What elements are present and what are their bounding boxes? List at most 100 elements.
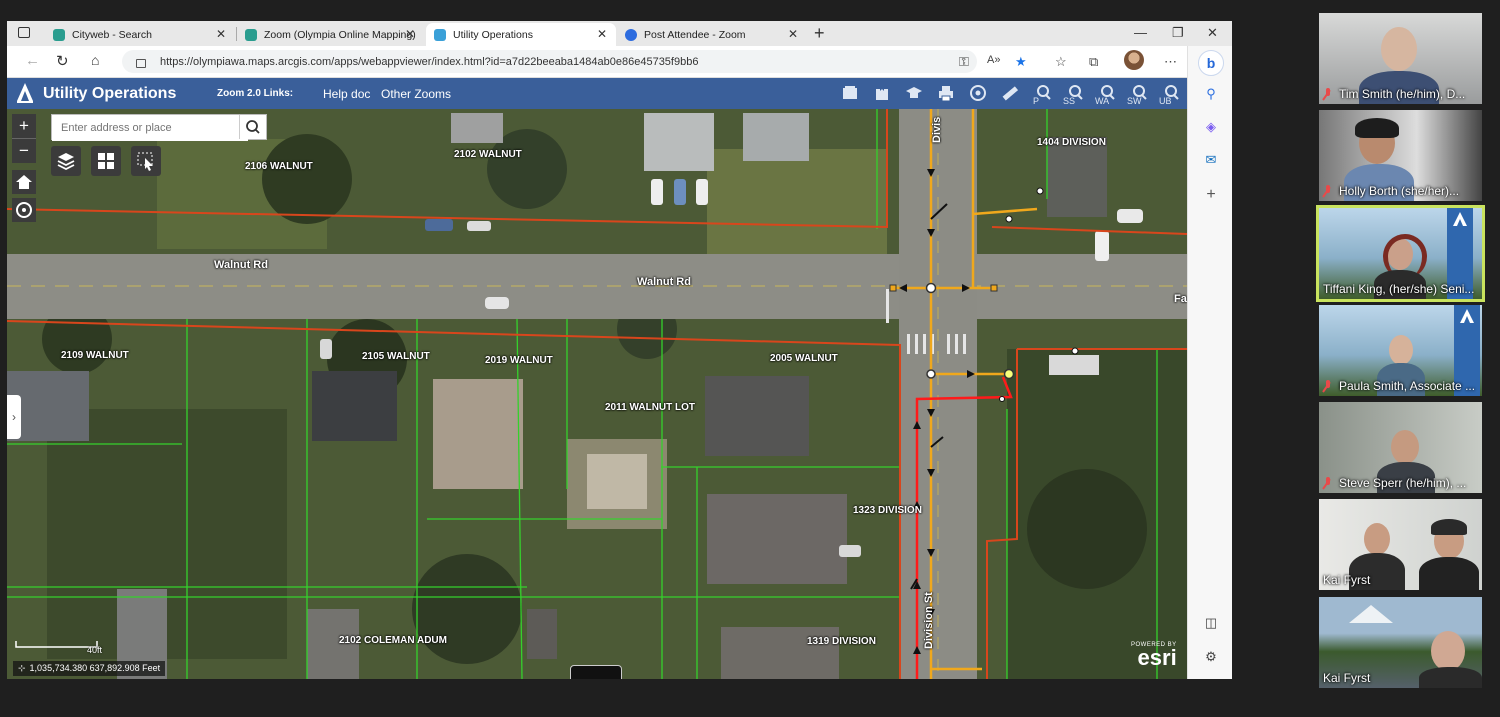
widget-basemap-icon[interactable] [839,83,861,105]
widget-education-icon[interactable] [903,83,925,105]
home-extent-button[interactable] [12,170,36,194]
zoom-in-button[interactable]: + [12,114,36,138]
participant-name: Tim Smith (he/him), D... [1323,87,1465,101]
more-menu-icon[interactable]: ⋯ [1164,54,1177,70]
widget-label: SW [1127,96,1142,106]
widget-search-ss-icon[interactable]: SS [1063,83,1085,106]
coordinate-readout: ⊹ 1,035,734.380 637,892.908 Feet [13,661,166,676]
address-search-input[interactable] [52,115,248,141]
add-sidebar-app-icon[interactable]: + [1200,184,1222,206]
street-label: Fa [1174,293,1187,305]
restore-icon[interactable]: ❐ [1172,25,1184,41]
widget-bookmark-icon[interactable] [871,83,893,105]
select-pointer-icon [137,152,153,171]
basemap-gallery-button[interactable] [91,146,121,176]
outlook-icon[interactable]: ✉ [1200,149,1222,171]
tab-title: Utility Operations [453,28,533,41]
participant-name-text: Kai Fyrst [1323,671,1371,685]
participant-name-text: Paula Smith, Associate ... [1339,379,1476,393]
close-window-icon[interactable]: ✕ [1207,25,1218,41]
widget-measure-icon[interactable] [999,83,1021,105]
home-icon [16,175,32,189]
participant-tile[interactable]: Kai Fyrst [1319,499,1482,590]
close-tab-icon[interactable]: ✕ [597,27,607,41]
zoom-out-button[interactable]: − [12,138,36,163]
participant-name-text: Tim Smith (he/him), D... [1339,87,1466,101]
participant-video [1391,430,1419,464]
favorites-icon[interactable]: ☆ [1055,54,1067,70]
tab-zoom-mapping[interactable]: Zoom (Olympia Online Mapping) ✕ [237,23,424,46]
tab-cityweb[interactable]: Cityweb - Search ✕ [45,23,235,46]
other-zooms-link[interactable]: Other Zooms [381,87,451,101]
close-tab-icon[interactable]: ✕ [788,27,798,41]
participant-video [1431,519,1467,535]
participant-tile[interactable]: Steve Sperr (he/him), ... [1319,402,1482,493]
profile-avatar[interactable] [1124,50,1144,70]
address-label: 2011 WALNUT LOT [605,402,696,413]
widget-search-wa-icon[interactable]: WA [1095,83,1117,106]
close-tab-icon[interactable]: ✕ [405,27,415,41]
tab-title: Cityweb - Search [72,28,152,41]
map-view[interactable]: 2106 WALNUT 2102 WALNUT 1404 DIVISION 21… [7,109,1187,679]
zoom-mapping-favicon-icon [245,28,257,41]
read-aloud-icon[interactable]: A» [987,54,1000,66]
participant-video [1381,27,1417,71]
search-button[interactable] [239,115,266,139]
widget-label: SS [1063,96,1076,106]
layer-list-button[interactable] [51,146,81,176]
street-label: Walnut Rd [637,276,691,288]
esri-attribution: POWERED BY esri [1131,642,1177,670]
locate-button[interactable] [12,198,36,222]
sidebar-search-icon[interactable]: ⚲ [1200,83,1222,105]
participant-name: Tiffani King, (her/she) Seni... [1323,282,1474,296]
widget-search-p-icon[interactable]: P [1031,83,1053,106]
participant-tile[interactable]: Paula Smith, Associate ... [1319,305,1482,396]
collections-icon[interactable]: ⧉ [1089,54,1098,70]
address-label: 2106 WALNUT [245,161,313,172]
widget-layers-icon[interactable] [967,83,989,105]
new-tab-icon[interactable]: + [814,23,825,44]
tab-post-attendee[interactable]: Post Attendee - Zoom ✕ [617,23,807,46]
participant-tile[interactable]: Tim Smith (he/him), D... [1319,13,1482,104]
sidebar-settings-icon[interactable]: ⚙ [1200,646,1222,668]
url-field[interactable]: https://olympiawa.maps.arcgis.com/apps/w… [122,50,977,73]
participant-video [1419,667,1482,688]
password-key-icon[interactable]: ⚿ [959,54,969,70]
attribution-toggle[interactable] [570,665,622,679]
sidebar-layout-icon[interactable]: ◫ [1200,612,1222,634]
olympia-logo-icon [1460,309,1474,323]
back-icon[interactable]: ← [25,52,40,69]
lock-icon [136,59,146,68]
sidebar-copilot-icon[interactable]: ◈ [1200,116,1222,138]
participant-tile[interactable]: Holly Borth (she/her)... [1319,110,1482,201]
tab-actions-icon[interactable] [18,27,30,38]
arcgis-favicon-icon [434,28,446,41]
select-tool-button[interactable] [131,146,161,176]
widget-print-icon[interactable] [935,83,957,105]
widget-search-sw-icon[interactable]: SW [1127,83,1149,106]
participant-tile[interactable]: Kai Fyrst [1319,597,1482,688]
widget-label: UB [1159,96,1172,106]
refresh-icon[interactable]: ↻ [56,52,69,70]
help-doc-link[interactable]: Help doc [323,87,370,101]
esri-logo-text: esri [1137,645,1177,670]
tab-utility-operations[interactable]: Utility Operations ✕ [426,23,616,46]
participant-name: Steve Sperr (he/him), ... [1323,476,1466,490]
participant-video [1419,557,1479,590]
browser-window: Cityweb - Search ✕ Zoom (Olympia Online … [7,21,1232,679]
expand-panel-icon[interactable]: › [7,395,21,439]
cityweb-favicon-icon [53,28,65,41]
bing-chat-icon[interactable]: b [1198,50,1224,76]
home-icon[interactable]: ⌂ [91,52,99,68]
street-label: Division St [923,592,935,649]
address-label: 2005 WALNUT [770,353,838,364]
participant-tile-active-speaker[interactable]: Tiffani King, (her/she) Seni... [1316,205,1485,302]
minimize-icon[interactable]: — [1134,25,1147,40]
participant-name: Kai Fyrst [1323,573,1370,587]
participant-video [1389,335,1413,365]
participant-name-text: Holly Borth (she/her)... [1339,184,1460,198]
close-tab-icon[interactable]: ✕ [216,27,226,41]
participant-name-text: Tiffani King, (her/she) Seni... [1323,282,1475,296]
widget-search-ub-icon[interactable]: UB [1159,83,1181,106]
favorite-star-icon[interactable]: ★ [1015,54,1027,70]
